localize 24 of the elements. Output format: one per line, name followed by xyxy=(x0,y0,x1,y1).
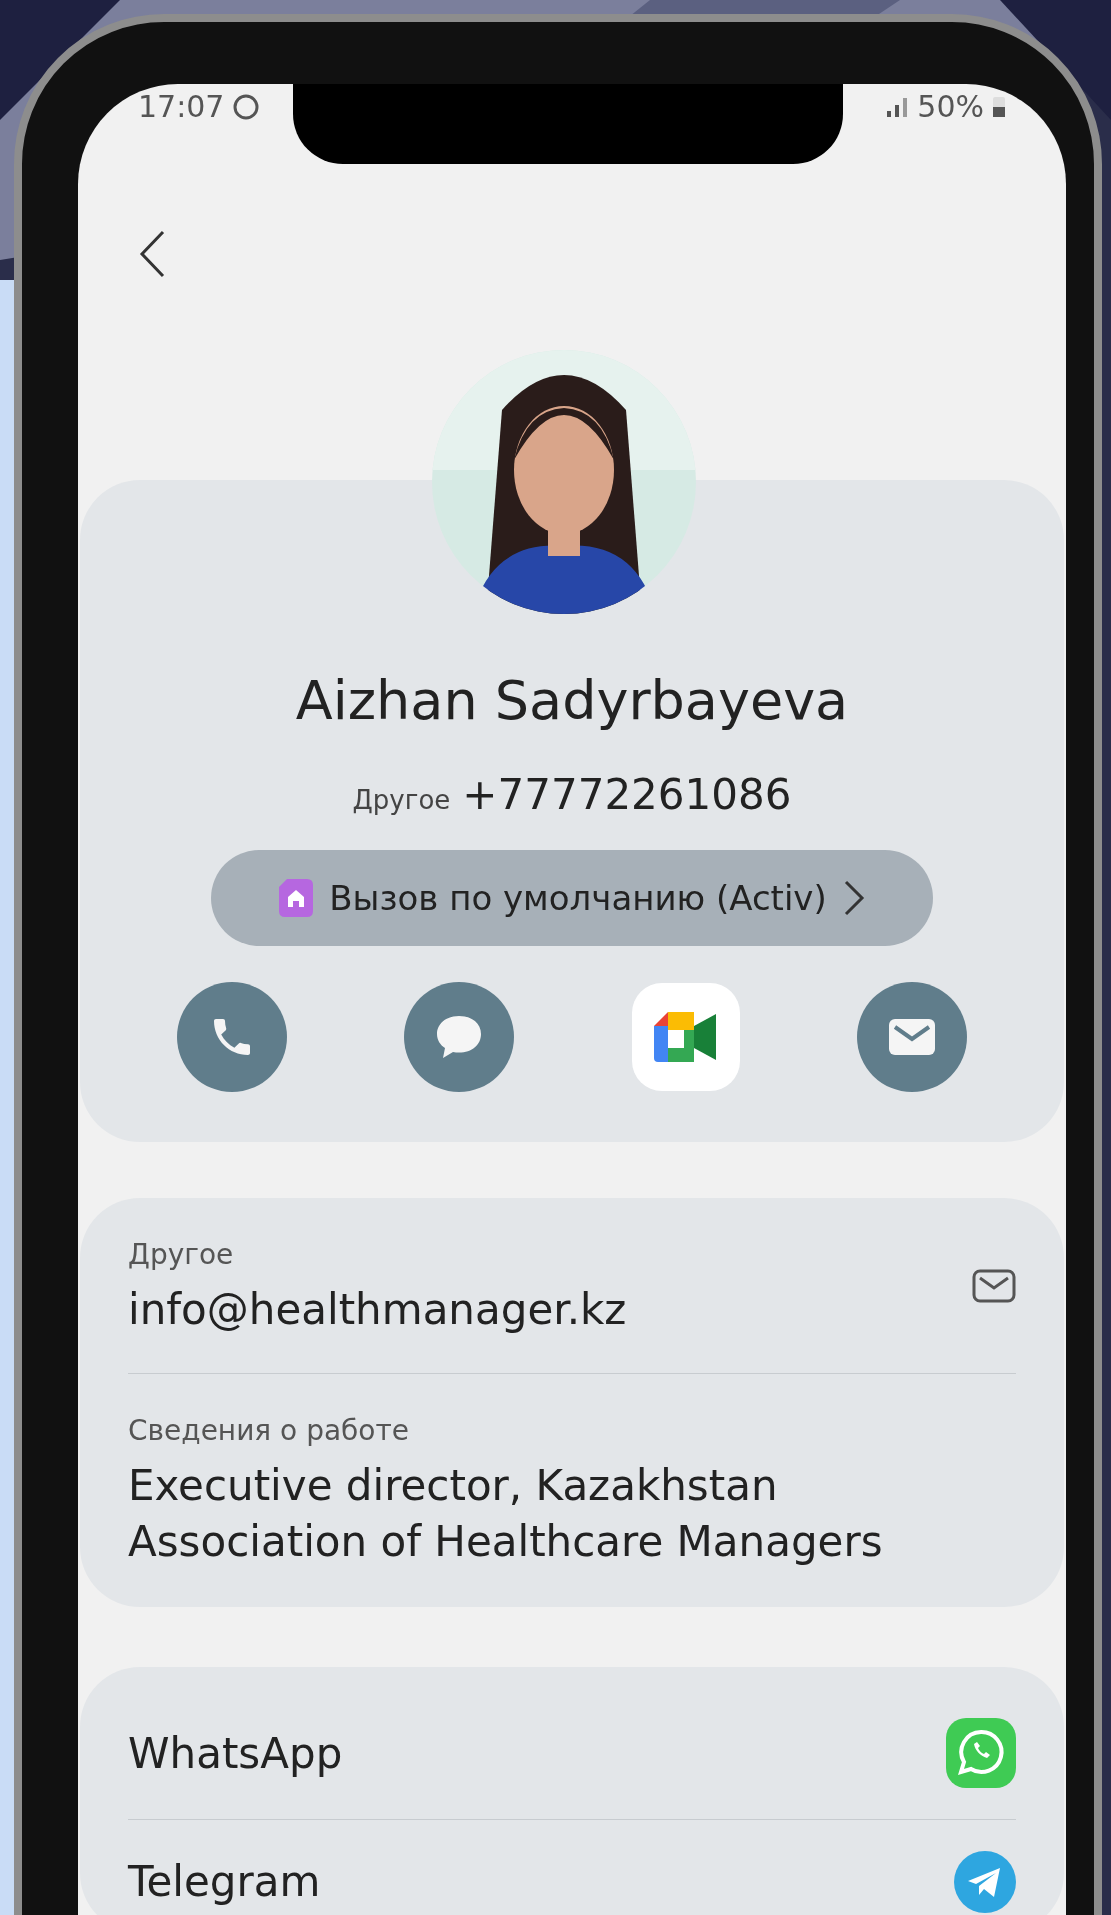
phone-label: Другое xyxy=(352,784,451,817)
detail-label: Сведения о работе xyxy=(128,1412,410,1449)
detail-label: Другое xyxy=(128,1237,235,1273)
app-name: Telegram xyxy=(128,1856,321,1909)
app-row[interactable]: WhatsApp xyxy=(128,1705,1016,1820)
detail-value: Executive director, Kazakhstan Association of Healthcare Managers xyxy=(128,1459,884,1569)
signal-icon xyxy=(885,95,910,119)
envelope-icon xyxy=(972,1269,1016,1304)
app-row[interactable]: Telegram xyxy=(128,1819,1016,1915)
video-call-button[interactable] xyxy=(631,983,740,1091)
contact-name: Aizhan Sadyrbayeva xyxy=(295,668,849,734)
battery-percent: 50% xyxy=(917,92,984,122)
battery-icon xyxy=(992,95,1006,119)
whatsapp-icon xyxy=(946,1718,1016,1789)
phone-number: +77772261086 xyxy=(462,769,792,821)
envelope-icon xyxy=(887,1017,937,1057)
app-name: WhatsApp xyxy=(128,1727,343,1780)
sim-card-icon xyxy=(279,879,314,917)
video-camera-icon xyxy=(653,1012,718,1062)
default-call-button[interactable]: Вызов по умолчанию (Activ) xyxy=(211,850,933,946)
chevron-right-icon xyxy=(842,879,865,917)
detail-value: info@healthmanager.kz xyxy=(128,1284,628,1336)
status-time: 17:07 xyxy=(138,92,225,122)
telegram-icon xyxy=(954,1850,1016,1913)
